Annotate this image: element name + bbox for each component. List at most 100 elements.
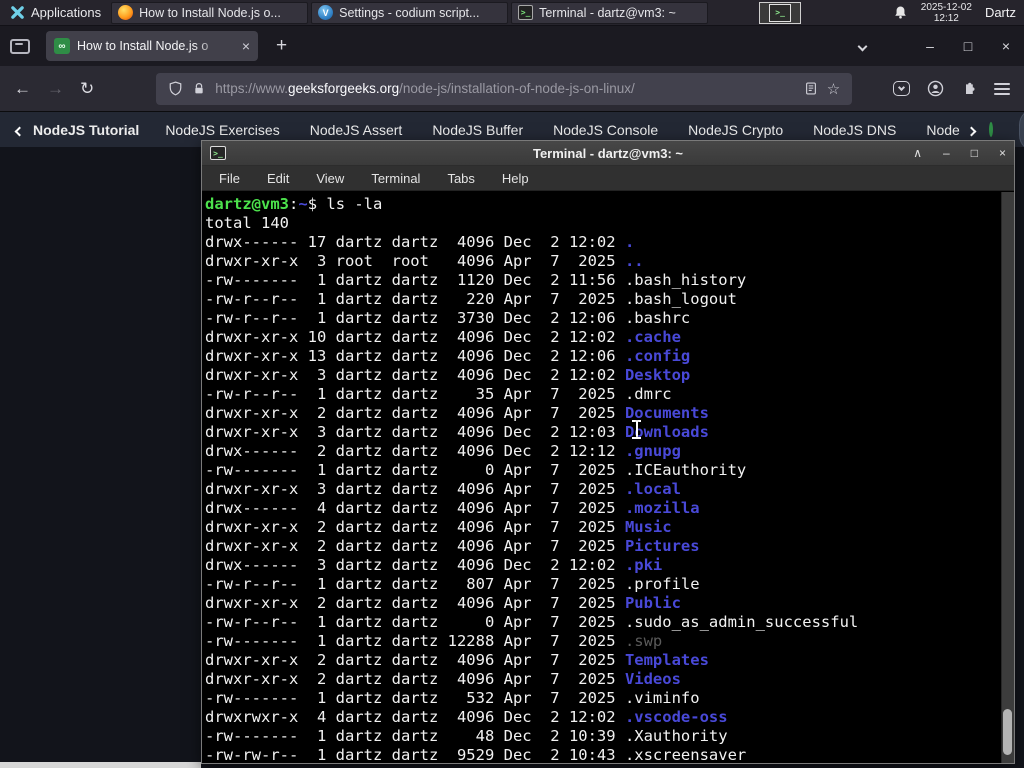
file-name: Desktop	[624, 366, 691, 384]
terminal-line: drwxr-xr-x 3 root root 4096 Apr 7 2025 .…	[205, 252, 644, 270]
url-bar[interactable]: https://www.geeksforgeeks.org/node-js/in…	[156, 72, 853, 105]
site-nav-link[interactable]: NodeJS Crypto	[688, 122, 783, 138]
geeksforgeeks-favicon: ∞	[54, 38, 70, 54]
file-name: .profile	[624, 575, 700, 593]
terminal-line: -rw------- 1 dartz dartz 48 Dec 2 10:39 …	[205, 727, 728, 745]
file-name: ..	[624, 252, 644, 270]
close-button[interactable]: ×	[998, 38, 1014, 54]
site-nav-link[interactable]: NodeJS Console	[553, 122, 658, 138]
file-name: .vscode-oss	[624, 708, 728, 726]
lock-icon[interactable]	[192, 81, 206, 96]
site-nav-link[interactable]: NodeJS Assert	[310, 122, 403, 138]
terminal-menu-item[interactable]: Terminal	[371, 171, 420, 186]
back-button[interactable]: ←	[14, 79, 31, 99]
terminal-line: -rw------- 1 dartz dartz 1120 Dec 2 11:5…	[205, 271, 747, 289]
firefox-toolbar: ← → ↻ https://www.geeksforgeeks.org/node…	[0, 66, 1024, 112]
reader-mode-icon[interactable]	[804, 81, 818, 96]
terminal-line: -rw------- 1 dartz dartz 532 Apr 7 2025 …	[205, 689, 700, 707]
applications-label: Applications	[31, 5, 102, 20]
site-nav-link[interactable]: NodeJS Tutorial	[33, 122, 139, 138]
terminal-line: drwxr-xr-x 2 dartz dartz 4096 Apr 7 2025…	[205, 670, 681, 688]
terminal-menu-item[interactable]: Help	[502, 171, 529, 186]
terminal-output[interactable]: dartz@vm3:~$ ls -la total 140 drwx------…	[202, 192, 1001, 763]
tab-close-button[interactable]: ×	[242, 38, 250, 54]
terminal-menu-item[interactable]: File	[219, 171, 240, 186]
taskbar-window-button[interactable]: Settings - codium script...	[311, 1, 509, 24]
clock-time: 12:12	[933, 12, 959, 24]
site-nav-link[interactable]: NodeJS Buffer	[432, 122, 523, 138]
panel-username: Dartz	[984, 5, 1016, 20]
file-name: .config	[624, 347, 691, 365]
extensions-puzzle-icon[interactable]	[961, 81, 977, 97]
minimize-button[interactable]: –	[922, 38, 938, 54]
list-all-tabs-button[interactable]	[857, 37, 868, 55]
minimize-button[interactable]: –	[943, 146, 950, 160]
clock-date: 2025-12-02	[920, 1, 972, 13]
terminal-line: -rw-rw-r-- 1 dartz dartz 9529 Dec 2 10:4…	[205, 746, 747, 763]
terminal-line: drwxr-xr-x 2 dartz dartz 4096 Apr 7 2025…	[205, 594, 681, 612]
scrollbar-thumb[interactable]	[1003, 709, 1012, 755]
reload-button[interactable]: ↻	[80, 79, 94, 99]
browser-tab-active[interactable]: ∞ How to Install Node.js o ×	[46, 31, 258, 61]
terminal-menu-item[interactable]: Tabs	[447, 171, 474, 186]
taskbar-window-icon	[318, 5, 334, 20]
site-nav-links: NodeJS Tutorial NodeJS Exercises NodeJS As…	[33, 122, 990, 138]
terminal-scrollbar[interactable]	[1001, 192, 1014, 763]
file-name: .Xauthority	[624, 727, 728, 745]
account-icon[interactable]	[927, 80, 944, 97]
nav-scroll-left-icon[interactable]	[14, 122, 25, 138]
shade-button[interactable]: ∧	[913, 146, 922, 160]
close-button[interactable]: ×	[999, 146, 1006, 160]
taskbar-window-label: Terminal - dartz@vm3: ~	[539, 5, 676, 20]
mouse-ibeam-cursor	[631, 420, 642, 439]
taskbar-window-button[interactable]: How to Install Node.js o...	[111, 1, 309, 24]
maximize-button[interactable]: □	[971, 146, 978, 160]
file-name: .bash_history	[624, 271, 747, 289]
sign-in-button[interactable]: Sign In	[1018, 107, 1024, 152]
terminal-title-bar[interactable]: Terminal - dartz@vm3: ~ ∧ – □ ×	[202, 141, 1014, 166]
site-nav-link[interactable]: NodeJS Exercises	[165, 122, 279, 138]
tracking-shield-icon[interactable]	[168, 81, 183, 96]
file-name: .viminfo	[624, 689, 700, 707]
top-panel: Applications How to Install Node.js o...…	[0, 0, 1024, 26]
menu-hamburger-icon[interactable]	[994, 82, 1010, 95]
terminal-window: Terminal - dartz@vm3: ~ ∧ – □ × File Edit…	[201, 140, 1015, 764]
command-text: ls -la	[326, 195, 383, 213]
new-tab-button[interactable]: +	[276, 35, 287, 57]
taskbar-window-label: How to Install Node.js o...	[139, 5, 281, 20]
terminal-line: drwx------ 4 dartz dartz 4096 Apr 7 2025…	[205, 499, 700, 517]
workspace-switcher[interactable]	[759, 1, 802, 24]
notification-bell-icon[interactable]	[893, 5, 908, 20]
firefox-view-icon[interactable]	[10, 38, 30, 54]
forward-button[interactable]: →	[47, 79, 64, 99]
file-name: Public	[624, 594, 681, 612]
distro-logo-icon	[11, 6, 24, 19]
prompt-cwd: ~	[298, 195, 308, 213]
taskbar-window-button[interactable]: Terminal - dartz@vm3: ~	[511, 1, 709, 24]
taskbar-window-icon	[518, 5, 534, 20]
terminal-menu-item[interactable]: View	[316, 171, 344, 186]
panel-clock[interactable]: 2025-12-02 12:12	[921, 2, 972, 24]
file-name: Music	[624, 518, 672, 536]
terminal-menu-item[interactable]: Edit	[267, 171, 289, 186]
url-text: https://www.geeksforgeeks.org/node-js/in…	[215, 81, 634, 96]
pocket-icon[interactable]	[893, 81, 910, 96]
terminal-line: drwxr-xr-x 2 dartz dartz 4096 Apr 7 2025…	[205, 651, 709, 669]
nav-scroll-right-icon[interactable]	[966, 122, 977, 138]
file-name: .swp	[624, 632, 663, 650]
terminal-line: drwxr-xr-x 10 dartz dartz 4096 Dec 2 12:…	[205, 328, 681, 346]
file-name: .sudo_as_admin_successful	[624, 613, 859, 631]
terminal-title: Terminal - dartz@vm3: ~	[532, 145, 684, 161]
desktop: Applications How to Install Node.js o...…	[0, 0, 1024, 768]
bookmark-star-icon[interactable]: ☆	[827, 80, 840, 98]
toolbar-extensions	[893, 80, 1010, 97]
file-name: .cache	[624, 328, 681, 346]
file-name: Templates	[624, 651, 709, 669]
applications-menu-button[interactable]: Applications	[0, 0, 111, 26]
file-name: Videos	[624, 670, 681, 688]
site-nav-link[interactable]: Node	[926, 122, 959, 138]
search-icon[interactable]	[988, 122, 993, 137]
maximize-button[interactable]: □	[960, 38, 976, 54]
site-nav-link[interactable]: NodeJS DNS	[813, 122, 896, 138]
firefox-tab-strip: ∞ How to Install Node.js o × + – □ ×	[0, 26, 1024, 66]
